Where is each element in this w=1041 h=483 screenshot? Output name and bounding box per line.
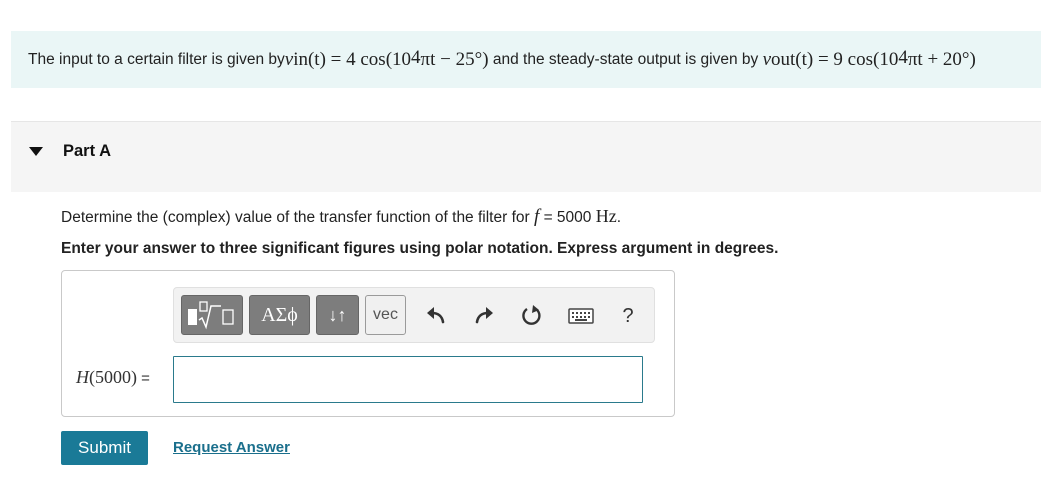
greek-symbols-button[interactable]: ΑΣϕ [249,295,310,335]
transfer-function-argument: (5000) [89,367,137,387]
undo-icon[interactable] [424,304,448,328]
part-title: Part A [63,142,111,160]
templates-button[interactable] [181,295,243,335]
question-text: Determine the (complex) value of the tra… [61,206,621,228]
submit-button[interactable]: Submit [61,431,148,465]
vin-expression-b: πt − 25°) [420,48,489,70]
reset-icon[interactable] [520,304,544,328]
vin-symbol: v [284,48,294,70]
request-answer-link[interactable]: Request Answer [173,439,290,456]
part-a-header[interactable]: Part A [11,121,1041,192]
fraction-radical-icon [188,301,234,330]
vout-expression-a: (t) = 9 cos(10 [795,48,899,70]
help-icon[interactable]: ? [616,304,640,328]
intro-text-middle: and the steady-state output is given by [488,50,763,68]
question-end: . [616,209,622,226]
vout-expression-b: πt + 20°) [907,48,976,70]
answer-input[interactable] [173,356,643,403]
redo-icon[interactable] [472,304,496,328]
question-body: Determine the (complex) value of the tra… [61,209,534,226]
equals-sign: = [137,370,150,387]
math-toolbar: ΑΣϕ ↓↑ vec ? [173,287,655,343]
intro-text-before: The input to a certain filter is given b… [28,50,285,68]
problem-statement: The input to a certain filter is given b… [11,31,1041,88]
vin-expression-a: (t) = 4 cos(10 [307,48,412,70]
frequency-unit: Hz [595,206,617,226]
keyboard-icon[interactable] [568,304,594,328]
vector-button[interactable]: vec [365,295,406,335]
collapse-caret-icon[interactable] [29,147,43,156]
sort-arrows-button[interactable]: ↓↑ [316,295,359,335]
answer-instruction: Enter your answer to three significant f… [61,240,779,257]
answer-label: H(5000) = [76,367,150,388]
answer-area: ΑΣϕ ↓↑ vec ? H(5000) = [61,270,675,417]
frequency-value: = 5000 [539,209,596,226]
vout-symbol: v [762,48,771,70]
transfer-function-symbol: H [76,367,89,387]
